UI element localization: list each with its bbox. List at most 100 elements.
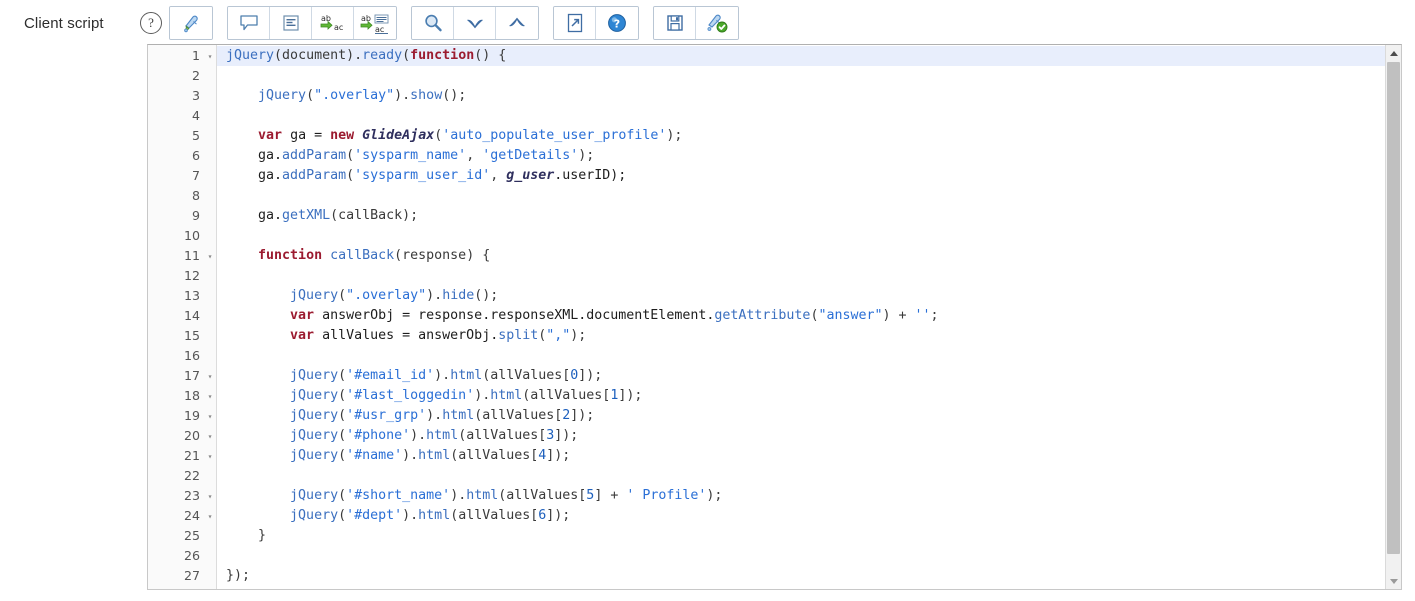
external-arrow-icon [565, 12, 585, 34]
line-number: 18 [183, 388, 200, 403]
code-line[interactable]: 12 [148, 266, 1385, 286]
client-script-editor-panel: Client script ? ab ac ab ac ? 1 ▾ jQuery… [0, 0, 1415, 601]
svg-text:ab: ab [321, 14, 331, 23]
question-circle-blue-icon: ? [606, 12, 628, 34]
line-number: 11 [183, 248, 200, 263]
syntax-help-button[interactable]: ? [596, 7, 638, 39]
line-number: 21 [183, 448, 200, 463]
code-line[interactable]: 1 ▾ jQuery(document).ready(function() { [148, 46, 1385, 66]
code-line[interactable]: 19 ▾ jQuery('#usr_grp').html(allValues[2]… [148, 406, 1385, 426]
magnifier-icon [422, 12, 444, 34]
find-previous-button[interactable] [496, 7, 538, 39]
code-fold-toggle-icon[interactable]: ▾ [205, 46, 215, 67]
line-number: 15 [183, 328, 200, 343]
scrollbar-thumb[interactable] [1387, 62, 1400, 554]
code-line[interactable]: 10 [148, 226, 1385, 246]
code-line[interactable]: 4 [148, 106, 1385, 126]
indent-lines-button[interactable] [270, 7, 312, 39]
line-number: 23 [183, 488, 200, 503]
toolbar-group-window: ? [553, 6, 639, 40]
code-fold-toggle-icon[interactable]: ▾ [205, 446, 215, 467]
line-number: 9 [191, 208, 200, 223]
code-fold-toggle-icon[interactable]: ▾ [205, 426, 215, 447]
save-button[interactable] [654, 7, 696, 39]
line-number: 27 [183, 568, 200, 583]
code-line[interactable]: 23 ▾ jQuery('#short_name').html(allValues… [148, 486, 1385, 506]
line-number: 13 [183, 288, 200, 303]
replace-button[interactable]: ab ac [312, 7, 354, 39]
replace-ab-ac-icon: ab ac [318, 12, 348, 34]
code-text: jQuery('#usr_grp').html(allValues[2]); [290, 408, 595, 423]
code-editor[interactable]: 1 ▾ jQuery(document).ready(function() { 2 3 … [147, 44, 1402, 590]
open-fullscreen-button[interactable] [554, 7, 596, 39]
script-editor-toolbar: Client script ? ab ac ab ac ? [0, 0, 1415, 46]
svg-text:ac: ac [334, 23, 343, 32]
help-circle-icon[interactable]: ? [140, 12, 162, 34]
code-line[interactable]: 18 ▾ jQuery('#last_loggedin').html(allVal… [148, 386, 1385, 406]
line-number: 2 [191, 68, 200, 83]
line-number: 10 [183, 228, 200, 243]
code-fold-toggle-icon[interactable]: ▾ [205, 486, 215, 507]
code-text: jQuery('#phone').html(allValues[3]); [290, 428, 579, 443]
code-text: jQuery('#last_loggedin').html(allValues[… [290, 388, 643, 403]
code-line[interactable]: 7 ga.addParam('sysparm_user_id', g_user.… [148, 166, 1385, 186]
code-fold-toggle-icon[interactable]: ▾ [205, 386, 215, 407]
code-text: var answerObj = response.responseXML.doc… [290, 308, 939, 323]
code-line[interactable]: 16 [148, 346, 1385, 366]
code-line[interactable]: 9 ga.getXML(callBack); [148, 206, 1385, 226]
code-line[interactable]: 21 ▾ jQuery('#name').html(allValues[4]); [148, 446, 1385, 466]
code-text: jQuery(".overlay").show(); [258, 88, 467, 103]
code-fold-toggle-icon[interactable]: ▾ [205, 406, 215, 427]
code-line[interactable]: 25 } [148, 526, 1385, 546]
code-line[interactable]: 14 var answerObj = response.responseXML.… [148, 306, 1385, 326]
line-number: 14 [183, 308, 200, 323]
code-line[interactable]: 22 [148, 466, 1385, 486]
line-number: 8 [191, 188, 200, 203]
code-area[interactable]: 1 ▾ jQuery(document).ready(function() { 2 3 … [148, 45, 1385, 589]
brush-check-icon [705, 12, 729, 34]
code-line[interactable]: 13 jQuery(".overlay").hide(); [148, 286, 1385, 306]
find-next-button[interactable] [454, 7, 496, 39]
code-text: jQuery(document).ready(function() { [226, 48, 507, 63]
code-line[interactable]: 20 ▾ jQuery('#phone').html(allValues[3]); [148, 426, 1385, 446]
code-lines[interactable]: 1 ▾ jQuery(document).ready(function() { 2 3 … [148, 45, 1385, 586]
toggle-comment-button[interactable] [228, 7, 270, 39]
code-fold-toggle-icon[interactable]: ▾ [205, 506, 215, 527]
code-line[interactable]: 26 [148, 546, 1385, 566]
line-number: 17 [183, 368, 200, 383]
code-line[interactable]: 5 var ga = new GlideAjax('auto_populate_… [148, 126, 1385, 146]
line-number: 3 [191, 88, 200, 103]
line-number: 20 [183, 428, 200, 443]
line-number: 1 [191, 48, 200, 63]
code-line[interactable]: 6 ga.addParam('sysparm_name', 'getDetail… [148, 146, 1385, 166]
replace-all-ab-ac-icon: ab ac [359, 12, 391, 34]
code-text: var allValues = answerObj.split(","); [290, 328, 587, 343]
code-line[interactable]: 11 ▾ function callBack(response) { [148, 246, 1385, 266]
code-text: jQuery('#dept').html(allValues[6]); [290, 508, 571, 523]
validate-script-button[interactable] [696, 7, 738, 39]
format-code-button[interactable] [170, 7, 212, 39]
toolbar-group-edit: ab ac ab ac [227, 6, 397, 40]
code-text: ga.addParam('sysparm_name', 'getDetails'… [226, 148, 595, 163]
code-line[interactable]: 2 [148, 66, 1385, 86]
code-fold-toggle-icon[interactable]: ▾ [205, 246, 215, 267]
code-line[interactable]: 3 jQuery(".overlay").show(); [148, 86, 1385, 106]
code-text: function callBack(response) { [258, 248, 491, 263]
paintbrush-format-icon [180, 12, 202, 34]
replace-all-button[interactable]: ab ac [354, 7, 396, 39]
find-button[interactable] [412, 7, 454, 39]
svg-text:ab: ab [361, 14, 371, 23]
scroll-down-arrow-icon[interactable] [1386, 573, 1401, 589]
code-fold-toggle-icon[interactable]: ▾ [205, 366, 215, 387]
code-line[interactable]: 27}); [148, 566, 1385, 586]
line-number: 25 [183, 528, 200, 543]
code-line[interactable]: 17 ▾ jQuery('#email_id').html(allValues[0… [148, 366, 1385, 386]
vertical-scrollbar[interactable] [1385, 45, 1401, 589]
code-line[interactable]: 15 var allValues = answerObj.split(","); [148, 326, 1385, 346]
scroll-up-arrow-icon[interactable] [1386, 45, 1401, 61]
line-number: 19 [183, 408, 200, 423]
chevron-up-icon [506, 16, 528, 30]
line-number: 22 [183, 468, 200, 483]
code-line[interactable]: 24 ▾ jQuery('#dept').html(allValues[6]); [148, 506, 1385, 526]
code-line[interactable]: 8 [148, 186, 1385, 206]
